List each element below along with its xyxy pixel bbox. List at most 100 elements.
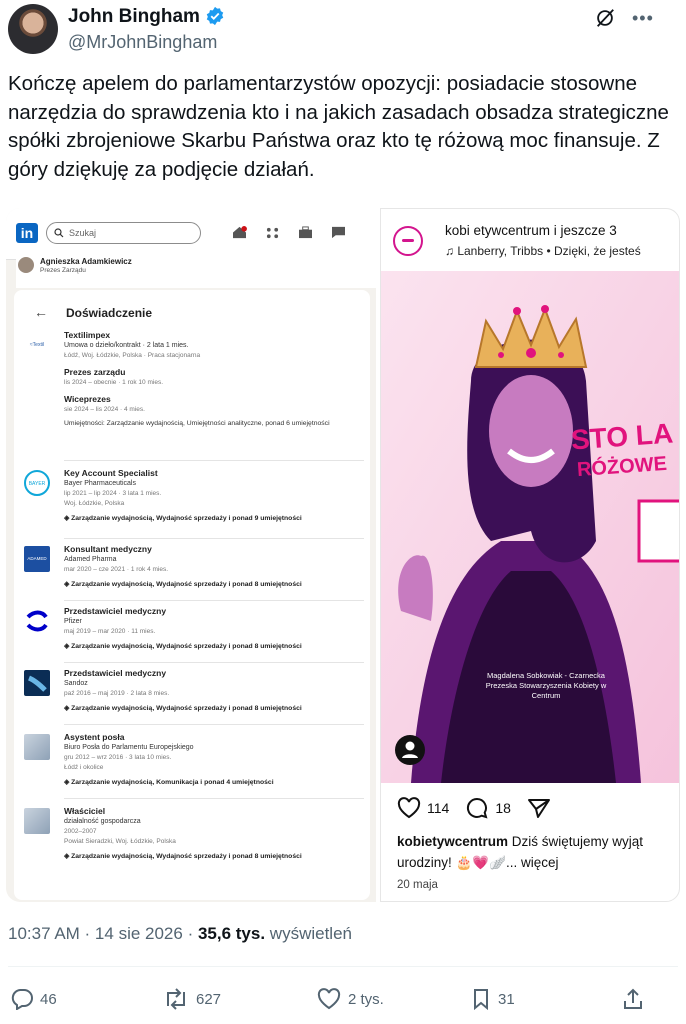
search-placeholder: Szukaj [69,228,97,238]
instagram-likes-count: 114 [427,800,450,816]
role-title: Właściciel [64,806,106,816]
divider [64,460,364,461]
profile-name: Agnieszka Adamkiewicz [40,257,132,266]
more-options-icon[interactable]: ••• [632,8,654,29]
search-icon [54,228,64,238]
company-name: Biuro Posła do Parlamentu Europejskiego [64,744,194,751]
role-dates: sie 2024 – lis 2024 · 4 mies. [64,406,145,413]
role-dates: maj 2019 – mar 2020 · 11 mies. [64,628,156,635]
role-title: Prezes zarządu [64,367,126,377]
linkedin-profile-strip: Agnieszka Adamkiewicz Prezes Zarządu [16,252,376,288]
company-name: Bayer Pharmaceuticals [64,480,136,487]
company-name: Sandoz [64,680,88,687]
reply-icon [11,989,33,1010]
tweet-text: Kończę apelem do parlamentarzystów opozy… [8,72,669,181]
share-icon [624,988,642,1009]
role-dates: lip 2021 – lip 2024 · 3 lata 1 mies. [64,490,162,497]
home-icon [232,226,247,239]
divider [64,798,364,799]
instagram-comments-count: 18 [495,800,511,816]
skills: ◈ Zarządzanie wydajnością, Wydajność spr… [64,853,302,860]
role-dates: 2002–2007 [64,828,97,835]
bayer-logo-icon: BAYER [24,470,50,496]
skills: ◈ Zarządzanie wydajnością, Wydajność spr… [64,515,302,522]
profile-photo [18,257,34,273]
comment-bubble-icon[interactable] [465,797,489,819]
like-button[interactable]: 2 tys. [316,988,384,1010]
company-name: Adamed Pharma [64,556,117,563]
repost-count: 627 [196,990,222,1008]
experience-title: Doświadczenie [66,306,153,320]
linkedin-nav-icons [232,226,346,239]
location: Woj. Łódzkie, Polska [64,500,125,507]
grok-icon[interactable] [594,7,616,29]
role-title: Przedstawiciel medyczny [64,606,167,616]
linkedin-screenshot[interactable]: in Szukaj Agnieszka Adamkiewicz Prezes Z… [6,208,376,902]
verified-badge-icon [206,6,224,26]
pfizer-logo-icon [24,608,50,634]
role-title: Asystent posła [64,732,125,742]
instagram-screenshot[interactable]: kobi etywcentrum i jeszcze 3 ♫ Lanberry,… [380,208,680,902]
company-name: Pfizer [64,618,82,625]
skills: ◈ Zarządzanie wydajnością, Komunikacja i… [64,779,274,786]
like-heart-icon[interactable] [397,797,421,819]
post-music: ♫ Lanberry, Tribbs • Dzięki, że jesteś [445,244,641,258]
role-dates: paź 2016 – maj 2019 · 2 lata 8 mies. [64,690,170,697]
heart-icon [317,988,341,1010]
messaging-icon [331,226,346,239]
role-dates: gru 2012 – wrz 2016 · 3 lata 10 mies. [64,754,172,761]
instagram-actions: 114 18 [397,797,551,819]
post-time[interactable]: 10:37 AM · 14 sie 2026 · [8,924,198,943]
share-send-icon[interactable] [527,797,551,819]
photo-caption: Magdalena Sobkowiak - Czarnecka Prezeska… [485,671,607,700]
views-count: 35,6 tys. [197,924,266,943]
bookmark-icon [474,989,488,1010]
linkedin-search: Szukaj [46,222,201,244]
reply-button[interactable]: 46 [10,988,57,1010]
views-label: wyświetleń [265,924,352,943]
bookmark-button[interactable]: 31 [470,988,515,1010]
location: Powiat Sieradzki, Woj. Łódzkie, Polska [64,838,176,845]
tagged-user-icon[interactable] [395,735,425,765]
skills: ◈ Zarządzanie wydajnością, Wydajność spr… [64,581,302,588]
divider [64,724,364,725]
repost-icon [167,988,185,1010]
reply-count: 46 [40,990,57,1008]
like-count: 2 tys. [348,990,384,1008]
profile-title: Prezes Zarządu [40,267,86,274]
role-title: Przedstawiciel medyczny [64,668,167,678]
location: Łódź, Woj. Łódzkie, Polska · Praca stacj… [64,352,201,359]
textilimpex-logo-icon: ≈Textil [24,332,50,358]
author-handle[interactable]: @MrJohnBingham [68,32,217,53]
instagram-avatar [393,226,423,256]
post-photo: STO LA RÓŻOWE Magdalena Sobkowiak - Czar… [381,271,679,783]
role-dates: mar 2020 – cze 2021 · 1 rok 4 mies. [64,566,169,573]
company-placeholder-icon [24,808,50,834]
skills: Umiejętności: Zarządzanie wydajnością, U… [64,420,330,427]
instagram-post-header: kobi etywcentrum i jeszcze 3 ♫ Lanberry,… [381,209,679,269]
post-authors: kobi etywcentrum i jeszcze 3 [445,223,617,238]
company-placeholder-icon [24,734,50,760]
role-title: Key Account Specialist [64,468,158,478]
author-name[interactable]: John Bingham [68,6,200,28]
author-avatar[interactable] [8,4,58,54]
repost-button[interactable]: 627 [162,988,221,1010]
skills: ◈ Zarządzanie wydajnością, Wydajność spr… [64,643,302,650]
skills: ◈ Zarządzanie wydajnością, Wydajność spr… [64,705,302,712]
adamed-logo-icon: ADAMED [24,546,50,572]
divider [64,600,364,601]
location: Łódź i okolice [64,764,104,771]
caption-username[interactable]: kobietywcentrum [397,834,508,849]
company-name: działalność gospodarcza [64,818,141,825]
sandoz-logo-icon [24,670,50,696]
divider [64,538,364,539]
share-button[interactable] [622,988,650,1010]
bookmark-count: 31 [498,990,515,1008]
svg-text:BAYER: BAYER [29,481,46,487]
jobs-icon [298,226,313,239]
company-name: Textilimpex [64,330,111,340]
instagram-caption: kobietywcentrum Dziś świętujemy wyjąt ur… [397,831,679,873]
divider [8,966,678,967]
role-title: Konsultant medyczny [64,544,152,554]
back-arrow-icon: ← [34,304,48,320]
